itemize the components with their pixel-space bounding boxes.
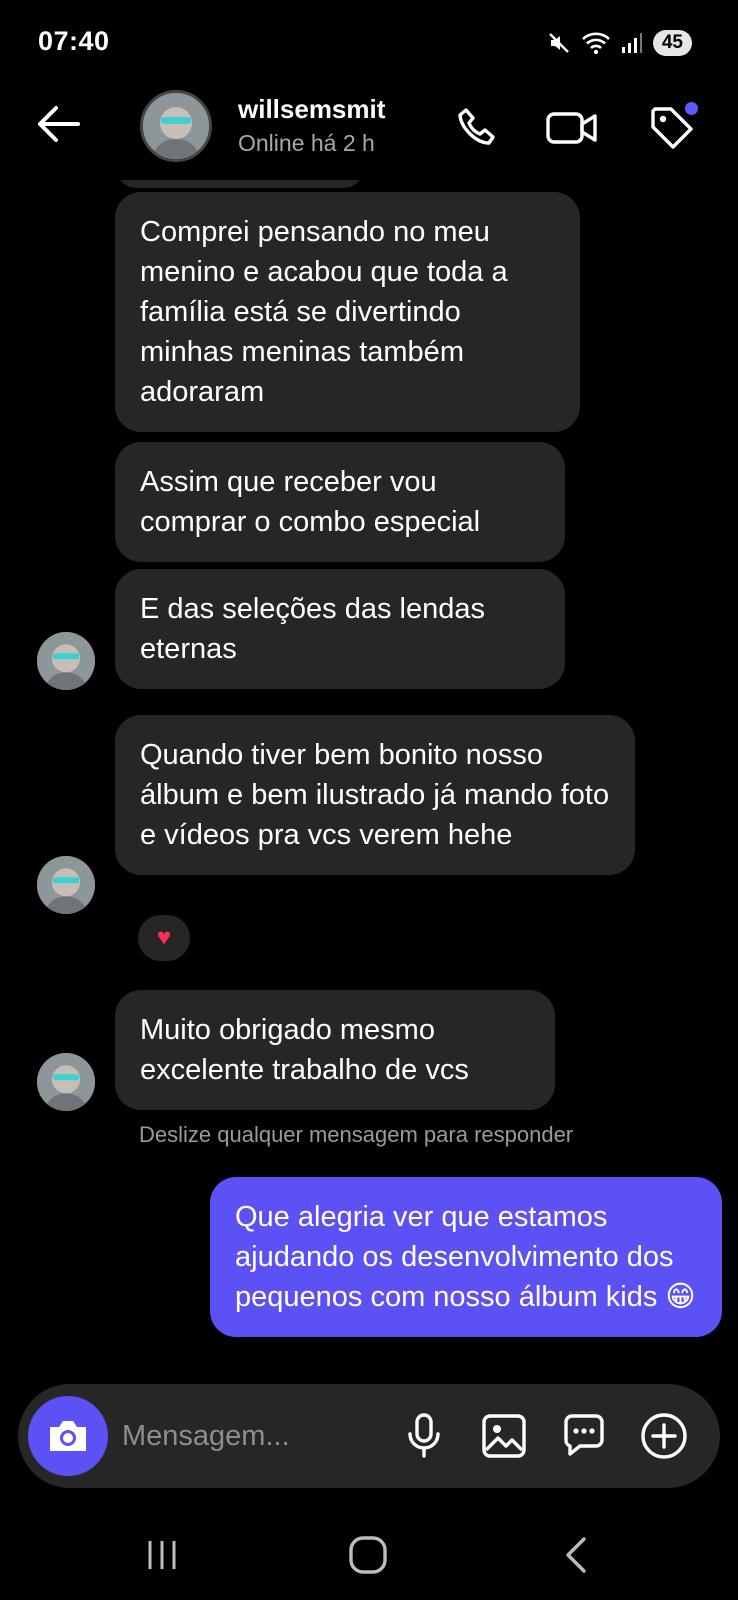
message-text: Quando tiver bem bonito nosso álbum e be… — [140, 739, 610, 851]
back-nav-icon[interactable] — [546, 1530, 606, 1580]
sender-avatar[interactable] — [37, 1053, 95, 1111]
system-navigation-bar — [0, 1500, 738, 1600]
message-text: E das seleções das lendas eternas — [140, 593, 485, 665]
status-time: 07:40 — [38, 26, 110, 56]
message-bubble[interactable]: Assim que receber vou comprar o combo es… — [115, 442, 565, 562]
mute-icon — [547, 31, 571, 55]
message-text: Muito obrigado mesmo excelente trabalho … — [140, 1014, 469, 1086]
message-input[interactable] — [122, 1414, 392, 1458]
swipe-reply-hint: Deslize qualquer mensagem para responder — [139, 1122, 574, 1147]
message-composer — [18, 1384, 720, 1488]
message-text: Assim que receber vou comprar o combo es… — [140, 466, 481, 538]
message-list[interactable]: Comprei pensando no meu menino e acabou … — [0, 180, 738, 1380]
status-icons: 45 — [547, 26, 692, 60]
message-bubble[interactable]: Comprei pensando no meu menino e acabou … — [115, 192, 580, 432]
conversation-header: willsemsmit Online há 2 h — [0, 80, 738, 180]
previous-message-bubble[interactable] — [115, 180, 365, 188]
sender-avatar[interactable] — [37, 856, 95, 914]
message-bubble[interactable]: Quando tiver bem bonito nosso álbum e be… — [115, 715, 635, 875]
battery-indicator: 45 — [652, 30, 692, 56]
notification-dot — [685, 102, 698, 115]
contact-avatar[interactable] — [140, 90, 212, 162]
home-icon[interactable] — [338, 1530, 398, 1580]
phone-icon[interactable] — [448, 100, 504, 156]
wifi-icon — [581, 31, 611, 55]
contact-username[interactable]: willsemsmit — [238, 94, 385, 125]
camera-icon[interactable] — [28, 1396, 108, 1476]
presence-status: Online há 2 h — [238, 130, 375, 156]
sent-message-bubble[interactable]: Que alegria ver que estamos ajudando os … — [210, 1177, 722, 1337]
reaction-emoji: ♥ — [156, 924, 172, 951]
microphone-icon[interactable] — [398, 1410, 450, 1462]
message-bubble[interactable]: Muito obrigado mesmo excelente trabalho … — [115, 990, 555, 1110]
sender-avatar[interactable] — [37, 632, 95, 690]
message-bubble[interactable]: E das seleções das lendas eternas — [115, 569, 565, 689]
back-arrow-icon[interactable] — [32, 102, 84, 146]
image-icon[interactable] — [478, 1410, 530, 1462]
dm-screen: 07:40 45 willsemsmit Online há 2 h Compr… — [0, 0, 738, 1600]
signal-icon — [621, 32, 643, 54]
recent-apps-icon[interactable] — [132, 1530, 192, 1580]
message-text: Que alegria ver que estamos ajudando os … — [235, 1201, 696, 1313]
tag-icon[interactable] — [644, 100, 700, 156]
video-camera-icon[interactable] — [544, 100, 600, 156]
plus-circle-icon[interactable] — [638, 1410, 690, 1462]
sticker-icon[interactable] — [558, 1410, 610, 1462]
message-text: Comprei pensando no meu menino e acabou … — [140, 216, 508, 408]
status-bar: 07:40 45 — [0, 0, 738, 80]
heart-reaction-icon[interactable]: ♥ — [135, 912, 193, 964]
